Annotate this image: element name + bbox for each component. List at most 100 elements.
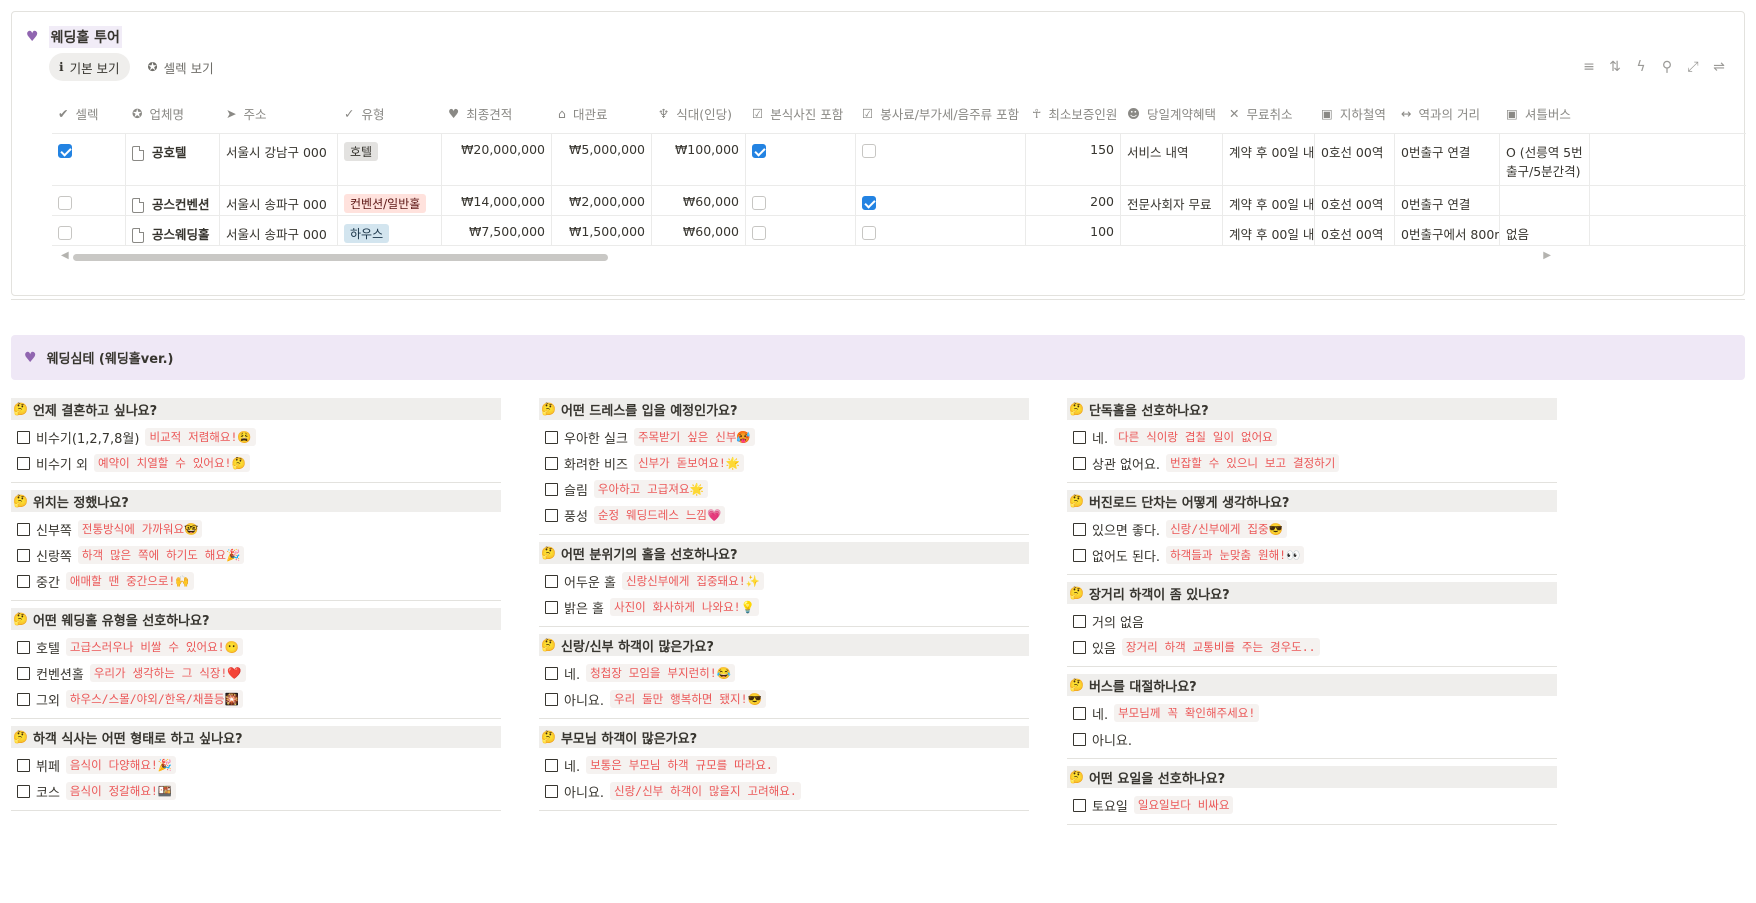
vendor-name[interactable]: 공스웨딩홀: [152, 227, 210, 242]
checkbox[interactable]: [545, 758, 558, 772]
column-header[interactable]: ♥ 최종견적: [442, 104, 552, 123]
checkbox[interactable]: [1073, 522, 1086, 536]
checkbox[interactable]: [1073, 456, 1086, 470]
cell-free_cancel[interactable]: 계약 후 00일 내: [1223, 134, 1315, 185]
cell-meal[interactable]: ₩60,000: [652, 186, 746, 215]
checkbox[interactable]: [752, 143, 766, 158]
cell-photo[interactable]: [746, 186, 856, 215]
column-header[interactable]: ⌂ 대관료: [552, 104, 652, 123]
vendor-name[interactable]: 공호텔: [152, 145, 187, 160]
checkbox[interactable]: [545, 482, 558, 496]
cell-distance[interactable]: 0번출구 연결: [1395, 134, 1500, 185]
cell-name[interactable]: 공스웨딩홀: [126, 216, 220, 245]
checkbox[interactable]: [58, 225, 72, 240]
column-header[interactable]: ☥ 최소보증인원: [1026, 104, 1121, 123]
checkbox[interactable]: [58, 143, 72, 158]
cell-distance[interactable]: 0번출구 연결: [1395, 186, 1500, 215]
cell-photo[interactable]: [746, 134, 856, 185]
cell-name[interactable]: 공호텔: [126, 134, 220, 185]
cell-final_quote[interactable]: ₩20,000,000: [442, 134, 552, 185]
checkbox[interactable]: [17, 522, 30, 536]
checkbox[interactable]: [545, 692, 558, 706]
cell-shuttle[interactable]: O (선릉역 5번 출구/5분간격): [1500, 134, 1590, 185]
cell-select[interactable]: [52, 134, 126, 185]
checkbox[interactable]: [1073, 732, 1086, 746]
checkbox[interactable]: [1073, 706, 1086, 720]
cell-type[interactable]: 호텔: [338, 134, 442, 185]
vendor-name[interactable]: 공스컨벤션: [152, 197, 210, 212]
column-header[interactable]: ↔ 역과의 거리: [1395, 104, 1500, 123]
cell-type[interactable]: 컨벤션/일반홀: [338, 186, 442, 215]
cell-meal[interactable]: ₩60,000: [652, 216, 746, 245]
table-row[interactable]: 공호텔 서울시 강남구 000 호텔 ₩20,000,000 ₩5,000,000 ₩10…: [52, 134, 1746, 186]
cell-final_quote[interactable]: ₩7,500,000: [442, 216, 552, 245]
checkbox[interactable]: [1073, 548, 1086, 562]
column-header[interactable]: ✪ 업체명: [126, 104, 220, 123]
checkbox[interactable]: [17, 692, 30, 706]
cell-final_quote[interactable]: ₩14,000,000: [442, 186, 552, 215]
cell-rental[interactable]: ₩2,000,000: [552, 186, 652, 215]
checkbox[interactable]: [1073, 430, 1086, 444]
checkbox[interactable]: [545, 784, 558, 798]
database-title[interactable]: ♥ 웨딩홀 투어: [26, 26, 122, 48]
filter-icon[interactable]: ≡: [1582, 59, 1596, 75]
cell-address[interactable]: 서울시 송파구 000: [220, 186, 338, 215]
checkbox[interactable]: [17, 456, 30, 470]
checkbox[interactable]: [17, 574, 30, 588]
checkbox[interactable]: [17, 640, 30, 654]
scrollbar-thumb[interactable]: [73, 254, 608, 261]
cell-same_day[interactable]: 전문사회자 무료: [1121, 186, 1223, 215]
cell-meal[interactable]: ₩100,000: [652, 134, 746, 185]
cell-shuttle[interactable]: [1500, 186, 1590, 215]
column-header[interactable]: ☑ 봉사료/부가세/음주류 포함: [856, 104, 1026, 123]
column-header[interactable]: ➤ 주소: [220, 104, 338, 123]
checkbox[interactable]: [545, 574, 558, 588]
cell-distance[interactable]: 0번출구에서 800m: [1395, 216, 1500, 245]
cell-min_guests[interactable]: 200: [1026, 186, 1121, 215]
cell-service[interactable]: [856, 186, 1026, 215]
column-header[interactable]: ♆ 식대(인당): [652, 104, 746, 123]
cell-address[interactable]: 서울시 강남구 000: [220, 134, 338, 185]
column-header[interactable]: ☑ 본식사진 포함: [746, 104, 856, 123]
tab-basic-view[interactable]: ℹ 기본 보기: [49, 53, 130, 81]
cell-subway[interactable]: 0호선 00역: [1315, 134, 1395, 185]
cell-rental[interactable]: ₩1,500,000: [552, 216, 652, 245]
cell-select[interactable]: [52, 186, 126, 215]
checkbox[interactable]: [862, 143, 876, 158]
checkbox[interactable]: [545, 508, 558, 522]
cell-photo[interactable]: [746, 216, 856, 245]
checkbox[interactable]: [58, 195, 72, 210]
checkbox[interactable]: [17, 784, 30, 798]
horizontal-scrollbar[interactable]: ◀ ▶: [61, 250, 1551, 262]
scroll-right-icon[interactable]: ▶: [1543, 250, 1551, 261]
bolt-icon[interactable]: ϟ: [1634, 59, 1648, 75]
checkbox[interactable]: [17, 548, 30, 562]
table-row[interactable]: 공스컨벤션 서울시 송파구 000 컨벤션/일반홀 ₩14,000,000 ₩2,000…: [52, 186, 1746, 216]
cell-free_cancel[interactable]: 계약 후 00일 내: [1223, 216, 1315, 245]
cell-service[interactable]: [856, 216, 1026, 245]
cell-type[interactable]: 하우스: [338, 216, 442, 245]
cell-free_cancel[interactable]: 계약 후 00일 내: [1223, 186, 1315, 215]
checkbox[interactable]: [545, 456, 558, 470]
column-header[interactable]: ▣ 지하철역: [1315, 104, 1395, 123]
checkbox[interactable]: [752, 225, 766, 240]
cell-service[interactable]: [856, 134, 1026, 185]
cell-name[interactable]: 공스컨벤션: [126, 186, 220, 215]
column-header[interactable]: ✔ 셀렉: [52, 104, 126, 123]
cell-shuttle[interactable]: 없음: [1500, 216, 1590, 245]
column-header[interactable]: ✓ 유형: [338, 104, 442, 123]
column-header[interactable]: ▣ 셔틀버스: [1500, 104, 1590, 123]
checkbox[interactable]: [862, 195, 876, 210]
table-row[interactable]: 공스웨딩홀 서울시 송파구 000 하우스 ₩7,500,000 ₩1,500,000 ₩…: [52, 216, 1746, 246]
checkbox[interactable]: [545, 600, 558, 614]
cell-same_day[interactable]: 서비스 내역: [1121, 134, 1223, 185]
scroll-left-icon[interactable]: ◀: [61, 250, 69, 261]
settings-icon[interactable]: ⇌: [1712, 59, 1726, 75]
checkbox[interactable]: [1073, 798, 1086, 812]
cell-address[interactable]: 서울시 송파구 000: [220, 216, 338, 245]
checkbox[interactable]: [862, 225, 876, 240]
cell-rental[interactable]: ₩5,000,000: [552, 134, 652, 185]
checkbox[interactable]: [545, 666, 558, 680]
checkbox[interactable]: [17, 430, 30, 444]
checkbox[interactable]: [1073, 640, 1086, 654]
